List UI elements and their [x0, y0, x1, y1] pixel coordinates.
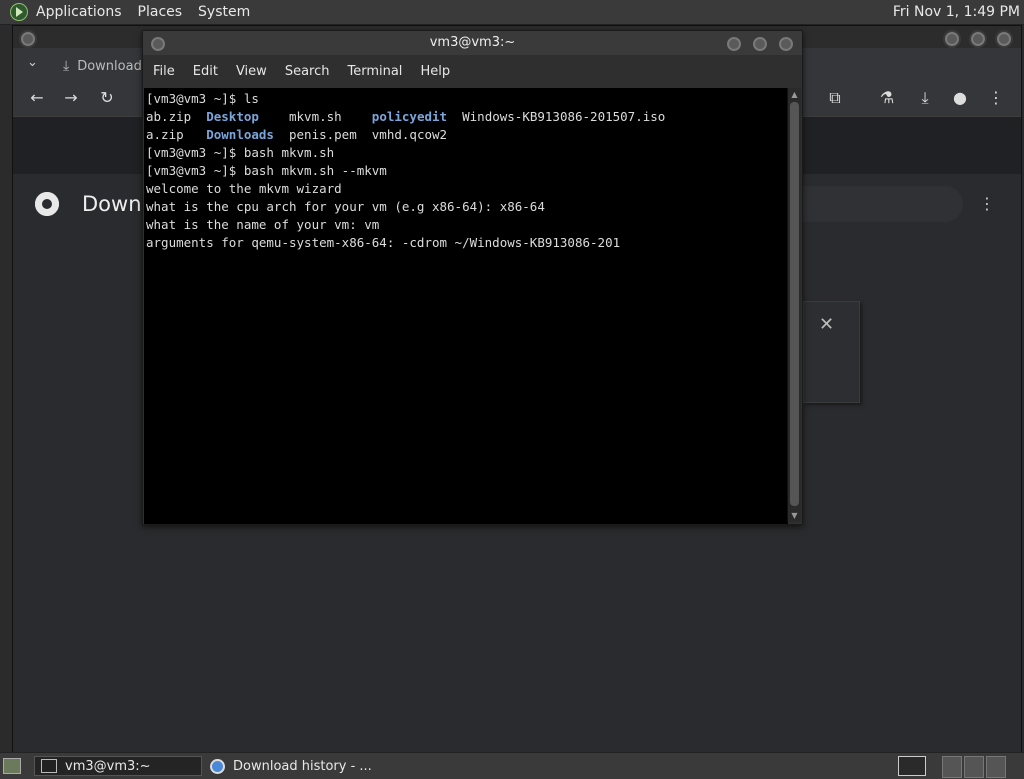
labs-flask-icon[interactable]: ⚗ [877, 88, 897, 108]
directory-name: Desktop [206, 109, 259, 124]
chrome-logo-icon [35, 192, 59, 216]
terminal-text: [vm3@vm3 ~]$ bash mkvm.sh --mkvm [146, 163, 387, 178]
chrome-icon [210, 758, 225, 774]
workspace-3[interactable] [986, 756, 1006, 778]
terminal-line: a.zip Downloads penis.pem vmhd.qcow2 [146, 126, 788, 144]
minimize-button[interactable] [725, 35, 743, 53]
show-desktop-icon[interactable] [3, 758, 21, 774]
close-button[interactable] [777, 35, 795, 53]
taskbar-item-chrome[interactable]: Download history - ... [204, 756, 404, 776]
taskbar-item-label: Download history - ... [233, 758, 372, 774]
terminal-text: [vm3@vm3 ~]$ bash mkvm.sh [146, 145, 335, 160]
profile-avatar-icon[interactable]: ● [950, 88, 970, 108]
menu-help[interactable]: Help [411, 64, 459, 79]
taskbar-item-label: vm3@vm3:~ [65, 758, 151, 774]
terminal-menubar: File Edit View Search Terminal Help [143, 55, 802, 87]
places-menu[interactable]: Places [130, 4, 191, 20]
forward-arrow-icon[interactable]: → [61, 88, 81, 108]
terminal-line: welcome to the mkvm wizard [146, 180, 788, 198]
close-button[interactable] [995, 30, 1013, 48]
scroll-up-arrow-icon[interactable]: ▲ [790, 90, 799, 99]
extensions-puzzle-icon[interactable]: ⧉ [825, 88, 845, 108]
terminal-text: what is the cpu arch for your vm (e.g x8… [146, 199, 545, 214]
menu-view[interactable]: View [227, 64, 276, 79]
workspace-1[interactable] [942, 756, 962, 778]
terminal-line: ab.zip Desktop mkvm.sh policyedit Window… [146, 108, 788, 126]
scroll-down-arrow-icon[interactable]: ▼ [790, 511, 799, 520]
terminal-text: arguments for qemu-system-x86-64: -cdrom… [146, 235, 621, 250]
terminal-text: a.zip [146, 127, 207, 142]
directory-name: policyedit [371, 109, 448, 124]
terminal-scrollbar[interactable]: ▲ ▼ [787, 88, 801, 522]
download-icon[interactable]: ⤓ [915, 88, 935, 108]
remove-download-close-icon[interactable]: ✕ [819, 314, 834, 335]
terminal-text: ab.zip [146, 109, 207, 124]
maximize-button[interactable] [969, 30, 987, 48]
terminal-text: welcome to the mkvm wizard [146, 181, 342, 196]
menu-file[interactable]: File [143, 64, 184, 79]
terminal-line: what is the cpu arch for your vm (e.g x8… [146, 198, 788, 216]
terminal-titlebar[interactable]: vm3@vm3:~ [143, 31, 802, 55]
chrome-menu-kebab-icon[interactable]: ⋮ [986, 88, 1006, 108]
search-downloads-field[interactable] [783, 186, 963, 222]
terminal-title: vm3@vm3:~ [429, 35, 516, 50]
directory-name: Downloads [206, 127, 274, 142]
system-menu[interactable]: System [190, 4, 258, 20]
tab-title: Download [77, 58, 142, 74]
reload-icon[interactable]: ↻ [97, 88, 117, 108]
clock[interactable]: Fri Nov 1, 1:49 PM [893, 4, 1020, 20]
terminal-icon [41, 759, 57, 773]
more-actions-kebab-icon[interactable]: ⋮ [979, 194, 995, 213]
terminal-line: arguments for qemu-system-x86-64: -cdrom… [146, 234, 788, 252]
applications-logo-icon[interactable] [10, 3, 28, 21]
terminal-line: [vm3@vm3 ~]$ ls [146, 90, 788, 108]
download-icon: ⤓ [63, 58, 70, 74]
terminal-screen[interactable]: [vm3@vm3 ~]$ ls ab.zip Desktop mkvm.sh po… [144, 88, 788, 524]
page-title: Downl [82, 192, 148, 216]
tab-search-chevron-icon[interactable]: ⌄ [27, 55, 38, 70]
network-status-icon[interactable] [898, 756, 926, 776]
menu-search[interactable]: Search [276, 64, 339, 79]
workspace-2[interactable] [964, 756, 984, 778]
terminal-line: what is the name of your vm: vm [146, 216, 788, 234]
window-menu-button[interactable] [19, 30, 37, 48]
terminal-window: vm3@vm3:~ File Edit View Search Terminal… [142, 30, 803, 525]
bottom-taskbar: vm3@vm3:~ Download history - ... [0, 752, 1024, 779]
terminal-text: mkvm.sh [258, 109, 372, 124]
top-panel: Applications Places System Fri Nov 1, 1:… [0, 0, 1024, 25]
taskbar-item-terminal[interactable]: vm3@vm3:~ [34, 756, 202, 776]
terminal-text: Windows-KB913086-201507.iso [447, 109, 666, 124]
menu-terminal[interactable]: Terminal [338, 64, 411, 79]
terminal-text: what is the name of your vm: vm [146, 217, 380, 232]
terminal-line: [vm3@vm3 ~]$ bash mkvm.sh [146, 144, 788, 162]
scrollbar-thumb[interactable] [790, 102, 799, 506]
menu-edit[interactable]: Edit [184, 64, 227, 79]
maximize-button[interactable] [751, 35, 769, 53]
terminal-text: [vm3@vm3 ~]$ ls [146, 91, 259, 106]
terminal-line: [vm3@vm3 ~]$ bash mkvm.sh --mkvm [146, 162, 788, 180]
minimize-button[interactable] [943, 30, 961, 48]
terminal-text: penis.pem vmhd.qcow2 [273, 127, 448, 142]
back-arrow-icon[interactable]: ← [27, 88, 47, 108]
applications-menu[interactable]: Applications [28, 4, 130, 20]
